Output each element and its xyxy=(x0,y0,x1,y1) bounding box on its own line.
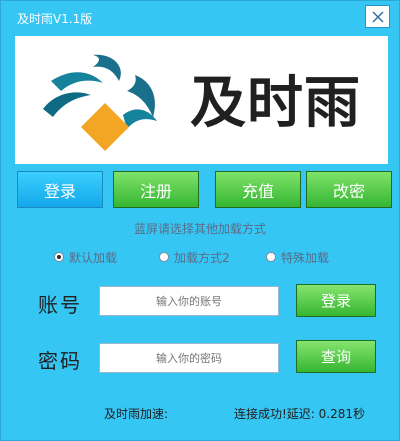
password-label: 密码 xyxy=(38,349,82,373)
close-icon xyxy=(372,11,383,22)
app-window: 及时雨V1.1版 及时雨 登录 注册 充值 改密 蓝屏请选择其他加载方式 默认加… xyxy=(0,0,400,441)
login-button[interactable]: 登录 xyxy=(296,284,376,317)
tab-login[interactable]: 登录 xyxy=(17,171,103,208)
radio-label: 默认加载 xyxy=(69,250,118,265)
radio-dot-icon xyxy=(266,252,276,262)
query-button[interactable]: 查询 xyxy=(296,340,376,373)
title-bar[interactable]: 及时雨V1.1版 xyxy=(1,1,399,35)
tab-register[interactable]: 注册 xyxy=(113,171,199,208)
load-options: 默认加载 加载方式2 特殊加载 xyxy=(1,247,399,267)
radio-dot-icon xyxy=(159,252,169,262)
close-button[interactable] xyxy=(365,5,390,28)
tab-bar: 登录 注册 充值 改密 xyxy=(17,171,392,208)
password-input[interactable] xyxy=(99,343,279,373)
radio-label: 加载方式2 xyxy=(174,250,230,265)
account-label: 账号 xyxy=(38,293,82,317)
load-hint: 蓝屏请选择其他加载方式 xyxy=(133,222,266,236)
radio-load-method-2[interactable]: 加载方式2 xyxy=(159,247,230,267)
account-input[interactable] xyxy=(99,286,279,316)
radio-dot-icon xyxy=(54,252,64,262)
tab-recharge[interactable]: 充值 xyxy=(215,171,301,208)
logo-banner: 及时雨 xyxy=(15,36,388,164)
rain-drop-logo-icon xyxy=(43,54,157,151)
logo-text: 及时雨 xyxy=(190,71,361,136)
window-title: 及时雨V1.1版 xyxy=(17,12,93,26)
radio-label: 特殊加载 xyxy=(281,250,330,265)
connection-status: 连接成功!延迟: 0.281秒 xyxy=(234,407,366,421)
radio-default-load[interactable]: 默认加载 xyxy=(54,247,117,267)
accelerator-label: 及时雨加速: xyxy=(104,407,169,421)
radio-special-load[interactable]: 特殊加载 xyxy=(266,247,329,267)
tab-change-password[interactable]: 改密 xyxy=(306,171,392,208)
